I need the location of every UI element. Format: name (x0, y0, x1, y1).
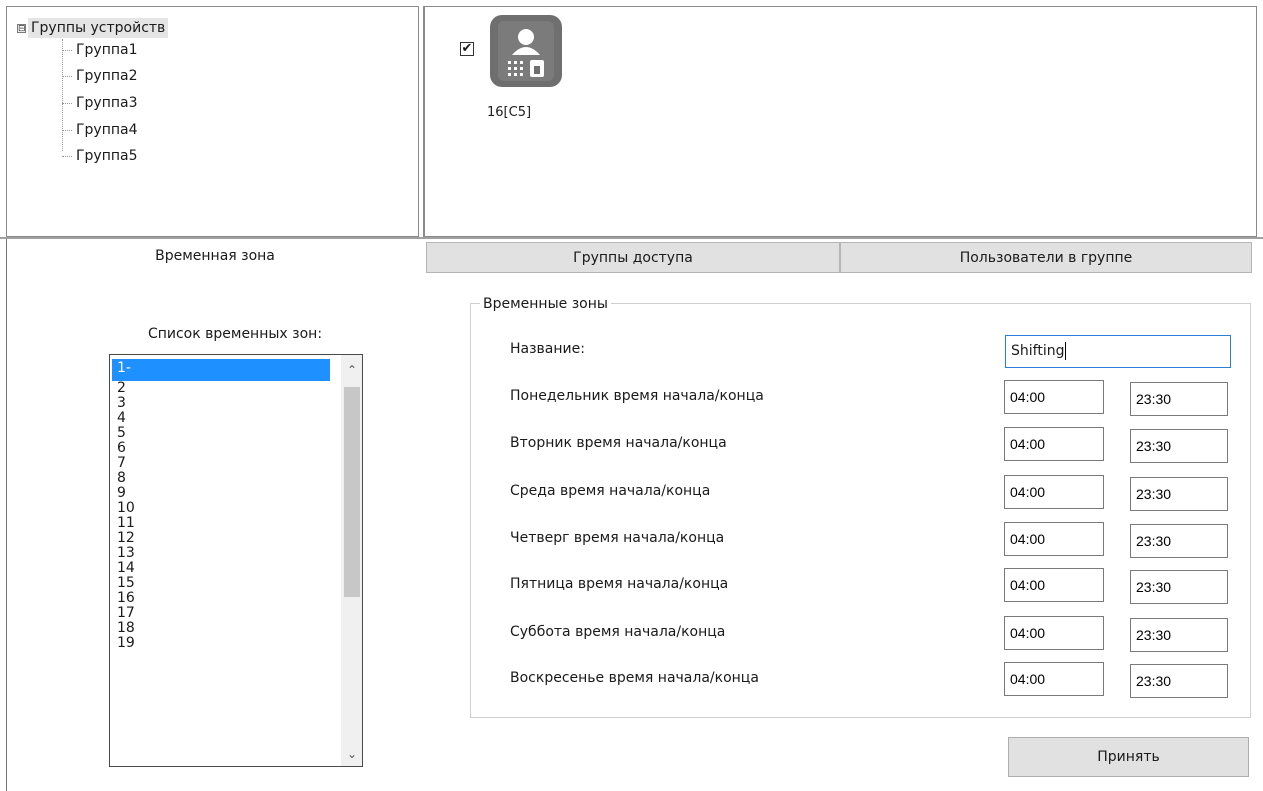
day-label: Пятница время начала/конца (510, 576, 729, 592)
tz-list-item[interactable]: 9 (112, 486, 330, 501)
tz-list-item[interactable]: 16 (112, 591, 330, 606)
device-groups-tree[interactable]: ⊟ Группы устройств Группа1 Группа2 Групп… (6, 6, 419, 237)
tab-time-zone[interactable]: Временная зона (8, 240, 422, 272)
tree-branch-line (62, 155, 72, 157)
tree-branch-line (62, 49, 72, 51)
tz-list-item[interactable]: 10 (112, 501, 330, 516)
start-time-input[interactable] (1004, 427, 1104, 461)
device-label: 16[C5] (487, 105, 532, 120)
tree-branch-line (62, 75, 72, 77)
start-time-input[interactable] (1004, 616, 1104, 650)
tz-list-item[interactable]: 15 (112, 576, 330, 591)
scroll-up-icon[interactable]: ⌃ (343, 363, 361, 377)
tree-branch-line (62, 129, 72, 131)
tz-list-item[interactable]: 6 (112, 441, 330, 456)
tz-list-item[interactable]: 17 (112, 606, 330, 621)
tree-root-node[interactable]: ⊟ Группы устройств (17, 17, 169, 39)
tree-root-label[interactable]: Группы устройств (28, 18, 169, 38)
day-label: Воскресенье время начала/конца (510, 670, 759, 686)
tz-listbox[interactable]: 1- 2 3 4 5 6 7 8 9 10 11 12 13 14 15 16 17 18 19 ⌃ ⌄ (109, 354, 363, 767)
tz-list-item[interactable]: 2 (112, 381, 330, 396)
end-time-input[interactable] (1130, 477, 1228, 511)
tree-item-label[interactable]: Группа4 (76, 122, 138, 138)
tz-list-item[interactable]: 1- (112, 359, 330, 381)
text-cursor (1065, 342, 1067, 360)
end-time-input[interactable] (1130, 429, 1228, 463)
tz-list-items: 1- 2 3 4 5 6 7 8 9 10 11 12 13 14 15 16 17 18 19 (112, 359, 330, 651)
left-border (6, 239, 7, 791)
scroll-down-icon[interactable]: ⌄ (343, 747, 361, 761)
name-label: Название: (510, 341, 585, 357)
tz-list-item[interactable]: 18 (112, 621, 330, 636)
start-time-input[interactable] (1004, 662, 1104, 696)
access-terminal-glyph (498, 21, 554, 81)
tz-list-item[interactable]: 8 (112, 471, 330, 486)
tz-list-item[interactable]: 14 (112, 561, 330, 576)
tz-list-scrollbar[interactable]: ⌃ ⌄ (341, 355, 362, 766)
tz-list-title: Список временных зон: (147, 326, 323, 342)
tree-item-group1[interactable]: Группа1 (62, 37, 138, 63)
end-time-input[interactable] (1130, 524, 1228, 558)
tz-list-item[interactable]: 13 (112, 546, 330, 561)
tree-item-group4[interactable]: Группа4 (62, 117, 138, 143)
tree-item-label[interactable]: Группа1 (76, 42, 138, 58)
day-label: Вторник время начала/конца (510, 435, 727, 451)
scroll-thumb[interactable] (344, 387, 360, 597)
tab-access-groups[interactable]: Группы доступа (426, 242, 840, 273)
name-input-value: Shifting (1011, 343, 1065, 359)
tree-item-group2[interactable]: Группа2 (62, 63, 138, 89)
name-input[interactable]: Shifting (1005, 335, 1231, 368)
time-zones-legend: Временные зоны (480, 293, 611, 315)
start-time-input[interactable] (1004, 380, 1104, 414)
collapse-icon[interactable]: ⊟ (17, 23, 26, 33)
tz-list-item[interactable]: 5 (112, 426, 330, 441)
tab-group-users[interactable]: Пользователи в группе (840, 242, 1252, 273)
start-time-input[interactable] (1004, 522, 1104, 556)
tree-item-group3[interactable]: Группа3 (62, 90, 138, 116)
end-time-input[interactable] (1130, 382, 1228, 416)
tree-item-label[interactable]: Группа3 (76, 95, 138, 111)
tz-list-item[interactable]: 19 (112, 636, 330, 651)
panel-divider (0, 237, 1263, 239)
device-checkbox[interactable]: ✔ (460, 42, 474, 56)
day-label: Среда время начала/конца (510, 483, 711, 499)
end-time-input[interactable] (1130, 664, 1228, 698)
day-label: Понедельник время начала/конца (510, 388, 764, 404)
tree-branch-line (62, 102, 72, 104)
start-time-input[interactable] (1004, 475, 1104, 509)
tz-list-item[interactable]: 3 (112, 396, 330, 411)
end-time-input[interactable] (1130, 570, 1228, 604)
device-panel: ✔ 16[C5] (423, 6, 1257, 237)
tree-item-group5[interactable]: Группа5 (62, 143, 138, 169)
access-terminal-icon[interactable] (490, 15, 562, 87)
tree-item-label[interactable]: Группа2 (76, 68, 138, 84)
start-time-input[interactable] (1004, 568, 1104, 602)
tz-list-item[interactable]: 11 (112, 516, 330, 531)
tree-item-label[interactable]: Группа5 (76, 148, 138, 164)
tz-list-item[interactable]: 4 (112, 411, 330, 426)
day-label: Суббота время начала/конца (510, 624, 726, 640)
day-label: Четверг время начала/конца (510, 530, 725, 546)
end-time-input[interactable] (1130, 618, 1228, 652)
apply-button[interactable]: Принять (1008, 737, 1249, 777)
tz-list-item[interactable]: 7 (112, 456, 330, 471)
tz-list-item[interactable]: 12 (112, 531, 330, 546)
